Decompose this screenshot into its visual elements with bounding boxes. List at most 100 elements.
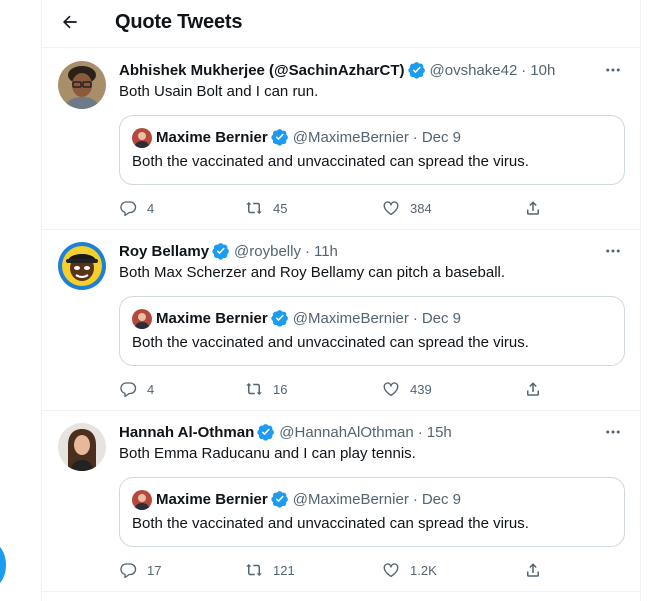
quoted-avatar (132, 128, 152, 148)
separator-dot: · (521, 61, 527, 79)
verified-badge-icon (212, 242, 230, 260)
share-icon (527, 563, 539, 577)
share-button[interactable] (524, 378, 542, 400)
heart-icon (383, 201, 399, 216)
quoted-author-name: Maxime Bernier (156, 490, 268, 508)
back-button[interactable] (58, 10, 82, 34)
tweet[interactable]: Abhishek Mukherjee (@SachinAzharCT) @ovs… (42, 49, 640, 230)
reply-button[interactable]: 4 (119, 197, 154, 219)
like-button[interactable]: 384 (382, 197, 432, 219)
reply-button[interactable]: 17 (119, 559, 161, 581)
author-name[interactable]: Abhishek Mukherjee (@SachinAzharCT) (119, 62, 405, 79)
like-count: 1.2K (410, 562, 437, 578)
quoted-header: Maxime Bernier @MaximeBernier · Dec 9 (156, 490, 461, 508)
quoted-text: Both the vaccinated and unvaccinated can… (132, 334, 529, 351)
quoted-text: Both the vaccinated and unvaccinated can… (132, 153, 529, 170)
tweet-actions: 4 45 384 (119, 197, 539, 219)
reply-button[interactable]: 4 (119, 378, 154, 400)
avatar[interactable] (58, 423, 106, 471)
more-options-button[interactable] (602, 421, 624, 443)
share-icon (527, 382, 539, 396)
tweet-actions: 17 121 1.2K (119, 559, 539, 581)
tweet-header: Hannah Al-Othman @HannahAlOthman · 15h (119, 423, 452, 441)
share-button[interactable] (524, 559, 542, 581)
quoted-tweet[interactable]: Maxime Bernier @MaximeBernier · Dec 9 Bo… (119, 115, 625, 185)
like-button[interactable]: 1.2K (382, 559, 437, 581)
verified-badge-icon (407, 61, 426, 79)
separator-dot: · (412, 490, 418, 508)
author-name[interactable]: Hannah Al-Othman (119, 424, 254, 441)
separator-dot: · (412, 128, 418, 146)
quoted-text: Both the vaccinated and unvaccinated can… (132, 515, 529, 532)
share-button[interactable] (524, 197, 542, 219)
verified-badge-icon (271, 309, 289, 327)
quoted-tweet[interactable]: Maxime Bernier @MaximeBernier · Dec 9 Bo… (119, 296, 625, 366)
avatar[interactable] (58, 61, 106, 109)
quoted-header: Maxime Bernier @MaximeBernier · Dec 9 (156, 309, 461, 327)
more-dots-icon (606, 249, 620, 253)
tweet-time[interactable]: 15h (427, 424, 452, 441)
author-handle[interactable]: @HannahAlOthman (279, 424, 413, 441)
author-name[interactable]: Roy Bellamy (119, 243, 209, 260)
retweet-count: 121 (273, 562, 295, 578)
retweet-count: 45 (273, 200, 288, 216)
more-dots-icon (606, 430, 620, 434)
tweet-text: Both Usain Bolt and I can run. (119, 83, 319, 100)
reply-count: 17 (147, 562, 162, 578)
reply-icon (120, 382, 137, 398)
quoted-avatar (132, 309, 152, 329)
back-arrow-icon (63, 15, 77, 29)
author-handle[interactable]: @roybelly (234, 243, 301, 260)
tweet[interactable]: Hannah Al-Othman @HannahAlOthman · 15h B… (42, 411, 640, 592)
more-options-button[interactable] (602, 240, 624, 262)
more-dots-icon (606, 68, 620, 72)
reply-count: 4 (147, 381, 155, 397)
separator-dot: · (417, 423, 423, 441)
compose-fab[interactable] (0, 543, 6, 587)
tweet-header: Abhishek Mukherjee (@SachinAzharCT) @ovs… (119, 61, 555, 79)
like-count: 439 (410, 381, 432, 397)
retweet-count: 16 (273, 381, 288, 397)
quoted-author-handle: @MaximeBernier (292, 309, 409, 327)
retweet-icon (246, 564, 262, 576)
retweet-icon (246, 383, 262, 395)
retweet-icon (246, 202, 262, 214)
tweet-actions: 4 16 439 (119, 378, 539, 400)
page-title: Quote Tweets (115, 11, 243, 33)
author-handle[interactable]: @ovshake42 (430, 62, 518, 79)
like-count: 384 (410, 200, 432, 216)
quoted-time: Dec 9 (421, 128, 461, 146)
retweet-button[interactable]: 121 (245, 559, 295, 581)
separator-dot: · (412, 309, 418, 327)
like-button[interactable]: 439 (382, 378, 432, 400)
tweet-time[interactable]: 11h (314, 243, 338, 260)
share-icon (527, 201, 539, 215)
reply-icon (120, 201, 137, 217)
quoted-author-handle: @MaximeBernier (292, 490, 409, 508)
reply-icon (120, 563, 137, 579)
separator-dot: · (304, 242, 310, 260)
tweet-text: Both Max Scherzer and Roy Bellamy can pi… (119, 264, 506, 281)
quoted-time: Dec 9 (421, 490, 461, 508)
verified-badge-icon (257, 423, 275, 441)
quoted-avatar (132, 490, 152, 510)
heart-icon (383, 382, 399, 397)
quoted-header: Maxime Bernier @MaximeBernier · Dec 9 (156, 128, 461, 146)
heart-icon (383, 563, 399, 578)
reply-count: 4 (147, 200, 155, 216)
tweet-time[interactable]: 10h (530, 62, 555, 79)
retweet-button[interactable]: 45 (245, 197, 287, 219)
more-options-button[interactable] (602, 59, 624, 81)
page-header: Quote Tweets (42, 0, 640, 48)
verified-badge-icon (271, 490, 289, 508)
tweet[interactable]: Roy Bellamy @roybelly · 11h Both Max Sch… (42, 230, 640, 411)
quoted-tweet[interactable]: Maxime Bernier @MaximeBernier · Dec 9 Bo… (119, 477, 625, 547)
avatar[interactable] (58, 242, 106, 290)
quoted-author-name: Maxime Bernier (156, 309, 268, 327)
quoted-author-handle: @MaximeBernier (292, 128, 409, 146)
tweet-text: Both Emma Raducanu and I can play tennis… (119, 445, 416, 462)
quoted-author-name: Maxime Bernier (156, 128, 268, 146)
retweet-button[interactable]: 16 (245, 378, 287, 400)
tweet-header: Roy Bellamy @roybelly · 11h (119, 242, 338, 260)
verified-badge-icon (271, 128, 289, 146)
